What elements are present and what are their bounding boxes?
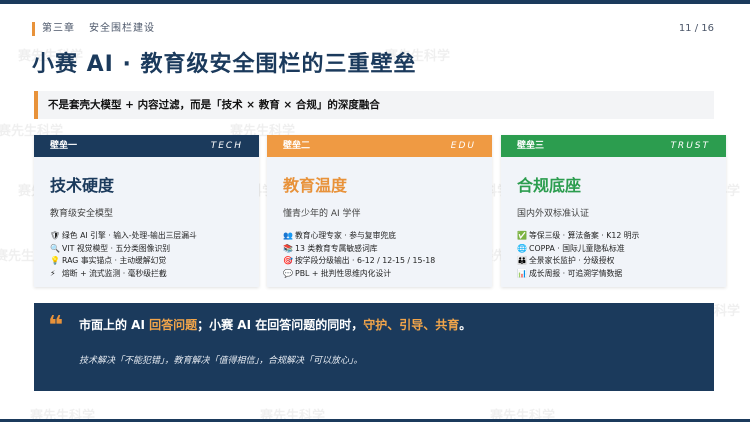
list-item: 🔍 VIT 视觉模型 · 五分类图像识别	[50, 243, 251, 256]
feature-text: 等保三级 · 算法备案 · K12 明示	[529, 231, 640, 240]
quote-segment: 市面上的 AI	[79, 318, 150, 332]
lightbulb-icon: 💡	[50, 256, 60, 265]
feature-list: 👥 教育心理专家 · 参与复审兜底 📚 13 类教育专属敏感词库 🎯 按学段分级输出 …	[283, 230, 484, 280]
summary-banner: 不是套壳大模型 + 内容过滤，而是「技术 × 教育 × 合规」的深度融合	[34, 91, 714, 119]
card-tag: 壁垒三	[517, 141, 545, 151]
list-item: 👥 教育心理专家 · 参与复审兜底	[283, 230, 484, 243]
quote-main-text: 市面上的 AI 回答问题；小赛 AI 在回答问题的同时，守护、引导、共育。	[79, 316, 471, 334]
card-edu: 壁垒二 EDU 教育温度 懂青少年的 AI 学伴 👥 教育心理专家 · 参与复审兜…	[267, 135, 492, 287]
slide-title: 小赛 AI · 教育级安全围栏的三重壁垒	[32, 52, 417, 77]
list-item: 🎯 按学段分级输出 · 6-12 / 12-15 / 15-18	[283, 255, 484, 268]
feature-text: PBL + 批判性思维内化设计	[295, 268, 392, 278]
card-subtitle: 懂青少年的 AI 学伴	[283, 209, 361, 219]
card-tag: 壁垒二	[283, 141, 311, 151]
target-icon: 🎯	[283, 256, 293, 265]
card-header: 壁垒三 TRUST	[501, 135, 726, 157]
card-subtitle: 教育级安全模型	[50, 209, 114, 219]
list-item: 🛡 绿色 AI 引擎 · 输入-处理-输出三层漏斗	[50, 230, 251, 243]
feature-text: 教育心理专家 · 参与复审兜底	[295, 231, 396, 240]
magnifier-icon: 🔍	[50, 243, 60, 253]
card-tech: 壁垒一 TECH 技术硬度 教育级安全模型 🛡 绿色 AI 引擎 · 输入-处理-…	[34, 135, 259, 287]
top-accent-bar	[0, 0, 750, 4]
list-item: 📚 13 类教育专属敏感词库	[283, 243, 484, 256]
card-header: 壁垒一 TECH	[34, 135, 259, 157]
quote-mark-icon: ❝	[48, 311, 64, 341]
chat-bubble-icon: 💬	[283, 268, 293, 278]
shield-icon: 🛡	[50, 231, 61, 240]
feature-text: 绿色 AI 引擎 · 输入-处理-输出三层漏斗	[62, 231, 197, 240]
bar-chart-icon: 📊	[517, 268, 527, 278]
chapter-title: 安全围栏建设	[89, 23, 155, 34]
people-icon: 👥	[283, 231, 293, 240]
list-item: 💬 PBL + 批判性思维内化设计	[283, 268, 484, 281]
feature-text: RAG 事实锚点 · 主动缓解幻觉	[62, 256, 167, 265]
card-tag: 壁垒一	[50, 141, 78, 151]
feature-text: 13 类教育专属敏感词库	[295, 243, 378, 253]
feature-list: 🛡 绿色 AI 引擎 · 输入-处理-输出三层漏斗 🔍 VIT 视觉模型 · 五分类…	[50, 230, 251, 280]
feature-text: 全景家长监护 · 分级授权	[529, 256, 615, 265]
feature-list: ✅ 等保三级 · 算法备案 · K12 明示 🌐 COPPA · 国际儿童隐私标准 …	[517, 230, 718, 280]
family-icon: 👪	[517, 256, 527, 265]
feature-text: 熔断 + 流式监测 · 毫秒级拦截	[62, 268, 167, 278]
card-subtitle: 国内外双标准认证	[517, 209, 590, 219]
feature-text: VIT 视觉模型 · 五分类图像识别	[62, 243, 171, 253]
quote-box: ❝ 市面上的 AI 回答问题；小赛 AI 在回答问题的同时，守护、引导、共育。 …	[34, 303, 714, 391]
card-body: 合规底座 国内外双标准认证 ✅ 等保三级 · 算法备案 · K12 明示 🌐 COP…	[501, 157, 726, 287]
feature-text: 成长周报 · 可追溯学情数据	[529, 268, 623, 278]
books-icon: 📚	[283, 243, 293, 253]
list-item: 👪 全景家长监护 · 分级授权	[517, 255, 718, 268]
card-english-label: EDU	[450, 141, 476, 151]
list-item: 📊 成长周报 · 可追溯学情数据	[517, 268, 718, 281]
quote-subtext: 技术解决「不能犯错」，教育解决「值得相信」，合规解决「可以放心」。	[79, 356, 363, 366]
card-title: 合规底座	[517, 176, 582, 195]
feature-text: COPPA · 国际儿童隐私标准	[529, 243, 625, 253]
chapter-number: 第三章	[42, 23, 75, 34]
quote-highlight: 守护、引导、共育	[363, 318, 460, 332]
page-indicator: 11 / 16	[678, 23, 714, 34]
list-item: ✅ 等保三级 · 算法备案 · K12 明示	[517, 230, 718, 243]
quote-segment: 。	[459, 318, 472, 332]
card-header: 壁垒二 EDU	[267, 135, 492, 157]
card-english-label: TRUST	[670, 141, 710, 151]
card-title: 教育温度	[283, 176, 348, 195]
card-title: 技术硬度	[50, 176, 115, 195]
feature-text: 按学段分级输出 · 6-12 / 12-15 / 15-18	[295, 256, 436, 265]
lightning-icon: ⚡	[50, 268, 56, 278]
card-body: 技术硬度 教育级安全模型 🛡 绿色 AI 引擎 · 输入-处理-输出三层漏斗 🔍 V…	[34, 157, 259, 287]
checkmark-icon: ✅	[517, 231, 527, 240]
card-trust: 壁垒三 TRUST 合规底座 国内外双标准认证 ✅ 等保三级 · 算法备案 · K…	[501, 135, 726, 287]
quote-highlight: 回答问题	[149, 318, 198, 332]
globe-icon: 🌐	[517, 243, 527, 253]
list-item: 💡 RAG 事实锚点 · 主动缓解幻觉	[50, 255, 251, 268]
chapter-label: 第三章 安全围栏建设	[32, 22, 155, 36]
list-item: ⚡ 熔断 + 流式监测 · 毫秒级拦截	[50, 268, 251, 281]
card-body: 教育温度 懂青少年的 AI 学伴 👥 教育心理专家 · 参与复审兜底 📚 13 类教…	[267, 157, 492, 287]
quote-segment: ；小赛 AI 在回答问题的同时，	[197, 318, 364, 332]
list-item: 🌐 COPPA · 国际儿童隐私标准	[517, 243, 718, 256]
card-english-label: TECH	[210, 141, 243, 151]
